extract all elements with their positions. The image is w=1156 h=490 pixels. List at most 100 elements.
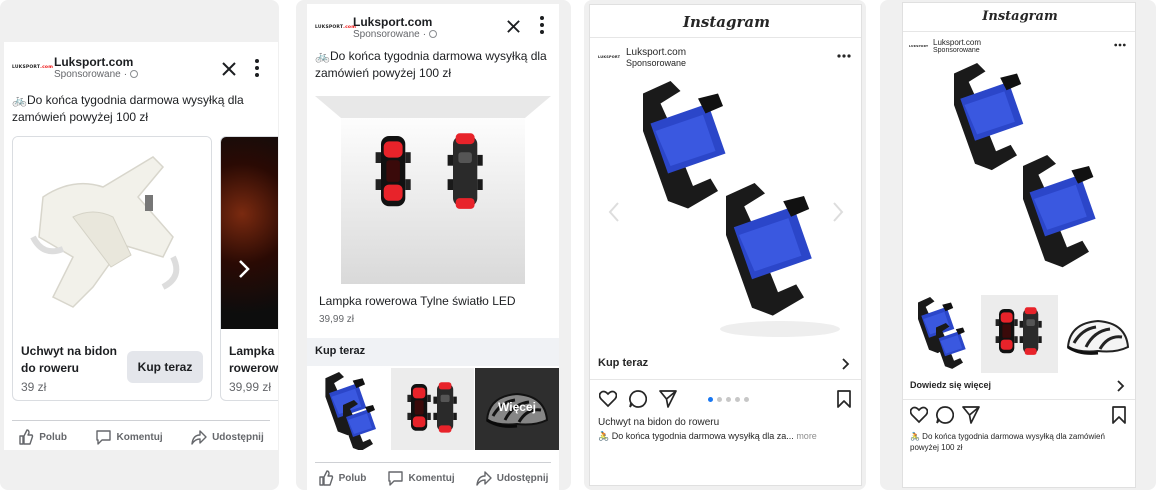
holder-thumbnail-image	[918, 297, 966, 369]
more-label: Więcej	[498, 400, 536, 414]
heart-icon[interactable]	[909, 405, 929, 425]
globe-icon	[130, 70, 139, 78]
more-thumbnail[interactable]: Więcej	[475, 368, 559, 450]
hero-image[interactable]	[590, 73, 861, 349]
carousel-dots	[708, 397, 749, 402]
comment-button[interactable]: Komentuj	[95, 429, 163, 445]
comment-button[interactable]: Komentuj	[387, 470, 455, 486]
chevron-right-icon[interactable]	[828, 199, 848, 225]
buy-now-button[interactable]: Kup teraz	[127, 351, 203, 383]
comment-label: Komentuj	[408, 472, 455, 484]
brand-logo: LUKSPORT	[909, 44, 929, 48]
brand-name[interactable]: Luksport.com	[353, 15, 437, 29]
helmet-thumbnail-image	[1066, 319, 1130, 355]
sponsored-label: Sponsorowane	[626, 57, 687, 68]
more-options-icon[interactable]	[250, 56, 264, 80]
post-text: 🚲Do końca tygodnia darmowa wysyłką dla z…	[315, 49, 547, 80]
share-icon	[191, 430, 207, 445]
holder-thumbnail-image	[325, 372, 376, 451]
holder-image	[643, 81, 840, 337]
instagram-title: Instagram	[982, 9, 1058, 24]
card-price: 39 zł	[21, 380, 47, 394]
brand-logo: LUKSPORT	[598, 55, 620, 59]
like-label: Polub	[338, 472, 367, 484]
bookmark-icon[interactable]	[1109, 405, 1129, 425]
chevron-right-icon[interactable]	[234, 255, 254, 283]
action-bar: Polub Komentuj Udostępnij	[4, 424, 278, 450]
brand-name[interactable]: Luksport.com	[54, 55, 138, 69]
share-icon	[476, 471, 492, 486]
close-icon[interactable]	[503, 16, 523, 36]
share-icon[interactable]	[658, 389, 678, 409]
card-title: Uchwyt na bidon do roweru	[21, 344, 117, 375]
caption-text: 🚴 Do końca tygodnia darmowa wysyłką dla …	[598, 431, 794, 441]
thumbnail[interactable]	[1060, 295, 1135, 373]
like-icon	[19, 429, 34, 445]
thumbnail[interactable]	[391, 368, 474, 450]
chevron-left-icon[interactable]	[604, 199, 624, 225]
buy-now-label: Kup teraz	[315, 345, 366, 357]
brand-name[interactable]: Luksport.com	[933, 38, 981, 47]
buy-now-label: Kup teraz	[598, 357, 649, 369]
divider	[903, 399, 1135, 400]
share-icon[interactable]	[961, 405, 981, 425]
logo-text: LUKSPORT	[315, 24, 344, 30]
carousel-dot	[717, 397, 722, 402]
buy-now-bar[interactable]: Kup teraz	[307, 338, 559, 366]
card-title: Lampka rowerowa	[229, 344, 278, 375]
like-button[interactable]: Polub	[318, 470, 367, 486]
sponsored-label: Sponsorowane	[933, 47, 980, 54]
light-thumbnail-image	[407, 382, 457, 433]
divider	[903, 31, 1135, 32]
share-button[interactable]: Udostępnij	[191, 429, 264, 445]
thumbnail[interactable]	[307, 368, 390, 451]
caption-text: 🚴 Do końca tygodnia darmowa wysyłką dla …	[910, 432, 1105, 452]
like-label: Polub	[39, 431, 68, 443]
hero-image[interactable]	[307, 96, 559, 288]
share-button[interactable]: Udostępnij	[476, 470, 549, 486]
chevron-right-icon	[1115, 379, 1127, 393]
product-image	[13, 137, 211, 329]
carousel-card[interactable]: Uchwyt na bidon do roweru 39 zł Kup tera…	[12, 136, 212, 401]
divider	[590, 37, 861, 38]
brand-logo: LUKSPORT.com	[12, 64, 53, 70]
comment-icon[interactable]	[628, 389, 648, 409]
globe-icon	[429, 30, 438, 38]
like-button[interactable]: Polub	[18, 429, 67, 445]
ad-header: LUKSPORT Luksport.com Sponsorowane	[909, 35, 1133, 57]
carousel-dot	[735, 397, 740, 402]
product-price: 39,99 zł	[319, 314, 355, 325]
comment-icon	[388, 471, 404, 486]
more-options-icon[interactable]	[535, 14, 549, 36]
post-text: 🚲Do końca tygodnia darmowa wysyłką dla z…	[12, 93, 244, 124]
product-image	[221, 137, 278, 329]
thumbnail[interactable]	[981, 295, 1058, 373]
ig-collection-ad: Instagram LUKSPORT Luksport.com Sponsoro…	[902, 2, 1136, 488]
action-bar: Polub Komentuj Udostępnij	[307, 466, 559, 490]
comment-icon	[96, 430, 112, 445]
comment-icon[interactable]	[935, 405, 955, 425]
product-title: Lampka rowerowa Tylne światło LED	[319, 294, 516, 308]
bookmark-icon[interactable]	[834, 389, 854, 409]
sponsored-label: Sponsorowane	[54, 68, 121, 80]
logo-text: LUKSPORT	[909, 44, 929, 48]
carousel-dot	[744, 397, 749, 402]
logo-text: LUKSPORT	[12, 64, 41, 70]
ad-header: LUKSPORT Luksport.com Sponsorowane	[598, 43, 853, 71]
more-link[interactable]: more	[796, 431, 817, 441]
learn-more-bar[interactable]: Dowiedz się więcej	[903, 375, 1135, 397]
buy-now-bar[interactable]: Kup teraz	[590, 351, 861, 377]
heart-icon[interactable]	[598, 389, 618, 409]
more-options-icon[interactable]	[834, 49, 854, 63]
hero-image[interactable]	[903, 59, 1135, 295]
thumb-row: Więcej	[307, 368, 559, 451]
learn-more-label: Dowiedz się więcej	[910, 380, 992, 390]
share-label: Udostępnij	[496, 472, 549, 484]
ig-carousel-ad: Instagram LUKSPORT Luksport.com Sponsoro…	[589, 4, 862, 486]
close-icon[interactable]	[218, 58, 240, 80]
thumbnail[interactable]	[903, 295, 979, 373]
more-options-icon[interactable]	[1111, 39, 1129, 51]
brand-name[interactable]: Luksport.com	[626, 47, 686, 58]
holder-image	[954, 63, 1096, 268]
instagram-title: Instagram	[683, 13, 770, 31]
